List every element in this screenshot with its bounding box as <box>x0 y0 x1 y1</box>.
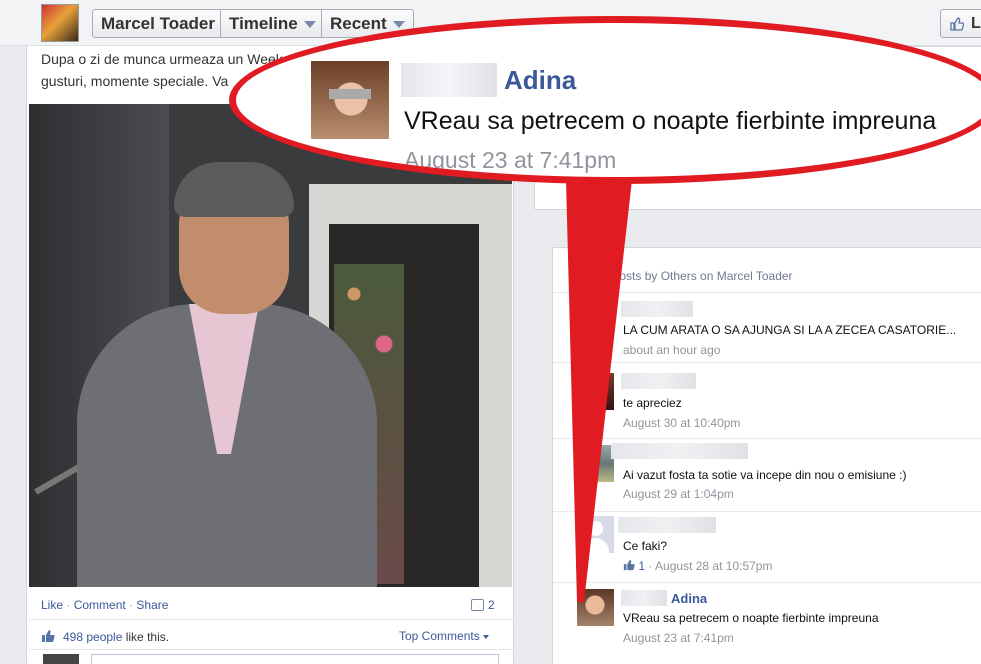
post-time[interactable]: August 29 at 1:04pm <box>623 487 734 501</box>
avatar[interactable] <box>577 445 614 482</box>
list-item[interactable]: te apreciez August 30 at 10:40pm <box>553 362 981 438</box>
recent-label: Recent <box>330 14 387 33</box>
profile-name-button[interactable]: Marcel Toader <box>92 9 225 38</box>
callout-message: VReau sa petrecem o noapte fierbinte imp… <box>404 107 937 135</box>
chevron-down-icon <box>303 21 316 29</box>
blurred-name <box>621 590 667 606</box>
likes-people-link[interactable]: 498 people <box>63 630 122 644</box>
like-page-label: Li <box>971 15 981 32</box>
avatar[interactable] <box>577 373 614 410</box>
comment-link[interactable]: Comment <box>74 598 126 612</box>
post-message: LA CUM ARATA O SA AJUNGA SI LA A ZECEA C… <box>623 323 957 337</box>
thumbs-up-icon <box>950 17 964 31</box>
comment-input[interactable] <box>91 654 499 664</box>
comment-count-value: 2 <box>488 598 495 612</box>
censor-bar <box>329 89 371 99</box>
comment-icon <box>471 599 484 611</box>
divider <box>29 619 513 620</box>
timeline-label: Timeline <box>229 14 298 33</box>
callout-author-name: Adina <box>504 65 577 95</box>
like-link[interactable]: Like <box>41 598 63 612</box>
avatar[interactable] <box>577 301 614 338</box>
comment-count[interactable]: 2 <box>471 598 495 612</box>
post-message: Ce faki? <box>623 539 668 553</box>
profile-thumbnail[interactable] <box>41 4 79 42</box>
post-time[interactable]: August 23 at 7:41pm <box>623 631 734 645</box>
avatar <box>43 654 79 664</box>
top-comments-dropdown[interactable]: Top Comments <box>399 629 489 643</box>
timeline-dropdown[interactable]: Timeline <box>220 9 325 38</box>
post-message: te apreciez <box>623 396 682 410</box>
avatar[interactable] <box>577 516 614 553</box>
like-count[interactable]: 1 <box>638 559 645 573</box>
profile-name-label: Marcel Toader <box>101 14 216 33</box>
blurred-name <box>618 517 716 533</box>
post-message: VReau sa petrecem o noapte fierbinte imp… <box>623 611 879 625</box>
thumbs-up-icon <box>623 559 635 571</box>
chevron-down-icon <box>392 21 405 29</box>
like-page-button[interactable]: Li <box>940 9 981 38</box>
divider <box>29 649 513 650</box>
top-comments-label: Top Comments <box>399 629 480 643</box>
avatar[interactable] <box>577 589 614 626</box>
blurred-name <box>401 63 497 97</box>
thumbs-up-icon <box>42 630 55 642</box>
callout-time: August 23 at 7:41pm <box>404 147 617 173</box>
list-item[interactable]: Ce faki? 1 · August 28 at 10:57pm <box>553 511 981 582</box>
list-item[interactable]: LA CUM ARATA O SA AJUNGA SI LA A ZECEA C… <box>553 292 981 362</box>
post-time[interactable]: about an hour ago <box>623 343 720 357</box>
post-meta: 1 · August 28 at 10:57pm <box>623 559 772 573</box>
author-name[interactable]: Adina <box>671 591 707 606</box>
list-item[interactable]: Ai vazut fosta ta sotie va incepe din no… <box>553 438 981 511</box>
blurred-name <box>621 373 696 389</box>
likes-suffix: like this. <box>122 630 170 644</box>
chevron-down-icon <box>482 634 489 639</box>
highlight-callout: Adina VReau sa petrecem o noapte fierbin… <box>229 16 981 184</box>
blurred-name <box>611 443 748 459</box>
post-photo[interactable] <box>29 104 512 587</box>
blurred-name <box>621 301 693 317</box>
list-item[interactable]: Adina VReau sa petrecem o noapte fierbin… <box>553 582 981 662</box>
likes-summary: 498 people like this. <box>41 629 169 644</box>
post-time[interactable]: August 28 at 10:57pm <box>655 559 772 573</box>
avatar <box>311 61 389 139</box>
post-time[interactable]: August 30 at 10:40pm <box>623 416 740 430</box>
share-link[interactable]: Share <box>136 598 168 612</box>
recent-posts-box: Recent Posts by Others on Marcel Toader … <box>552 247 981 664</box>
post-actions: Like · Comment · Share <box>41 598 169 612</box>
post-message: Ai vazut fosta ta sotie va incepe din no… <box>623 468 907 482</box>
recent-posts-title: Recent Posts by Others on Marcel Toader <box>570 269 793 283</box>
